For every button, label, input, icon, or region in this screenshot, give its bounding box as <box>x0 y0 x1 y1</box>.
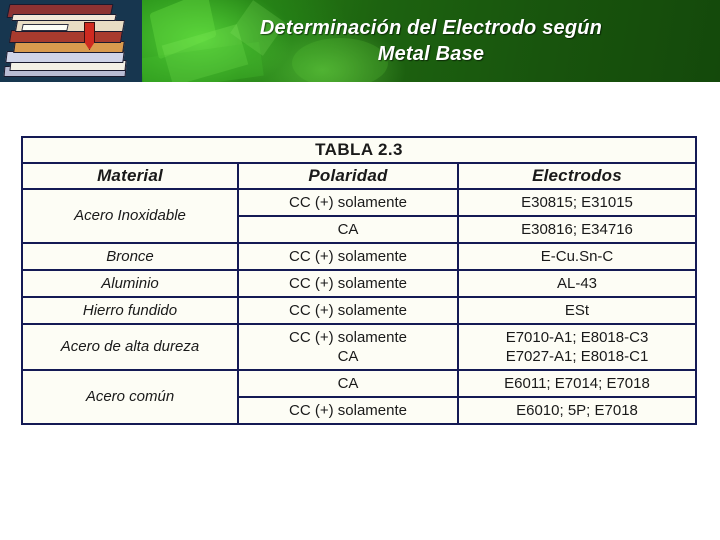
table-row: Acero común CA E6011; E7014; E7018 <box>21 369 697 425</box>
table-container: TABLA 2.3 Material Polaridad Electrodos … <box>21 136 697 425</box>
table-header-row: Material Polaridad Electrodos <box>21 162 697 190</box>
column-header-electrodos: Electrodos <box>457 162 697 190</box>
cell-electrodos: E-Cu.Sn-C <box>457 242 697 271</box>
cell-material: Hierro fundido <box>21 296 239 325</box>
slide-title-line-2: Metal Base <box>377 43 485 65</box>
cell-polaridad: CC (+) solamente <box>237 242 459 271</box>
cell-electrodos: E6010; 5P; E7018 <box>457 396 697 425</box>
cell-electrodos: ESt <box>457 296 697 325</box>
slide-title: Determinación del Electrodo según Metal … <box>142 0 720 82</box>
cell-material: Acero común <box>21 369 239 425</box>
cell-polaridad: CC (+) solamente <box>237 269 459 298</box>
cell-electrodos: E30815; E31015 <box>457 188 697 217</box>
slide-title-line-1: Determinación del Electrodo según <box>259 17 603 39</box>
table-title-row: TABLA 2.3 <box>21 136 697 164</box>
cell-material: Aluminio <box>21 269 239 298</box>
cell-polaridad: CA <box>237 369 459 398</box>
cell-electrodos: E7010-A1; E8018-C3 E7027-A1; E8018-C1 <box>457 323 697 371</box>
book-pages-shape <box>11 14 117 21</box>
cell-polaridad: CC (+) solamente <box>237 396 459 425</box>
table-row: Hierro fundido CC (+) solamente ESt <box>21 296 697 325</box>
electrode-selection-table: TABLA 2.3 Material Polaridad Electrodos … <box>21 136 697 425</box>
table-row: Acero de alta dureza CC (+) solamente CA… <box>21 323 697 371</box>
table-row: Aluminio CC (+) solamente AL-43 <box>21 269 697 298</box>
book-pages-shape <box>21 24 69 31</box>
cell-polaridad: CC (+) solamente CA <box>237 323 459 371</box>
cell-electrodos: E6011; E7014; E7018 <box>457 369 697 398</box>
column-header-material: Material <box>21 162 239 190</box>
books-clipart-image <box>0 0 142 82</box>
table-title: TABLA 2.3 <box>21 136 697 164</box>
table-row: Acero Inoxidable CC (+) solamente E30815… <box>21 188 697 244</box>
cell-material: Acero Inoxidable <box>21 188 239 244</box>
slide-canvas: Determinación del Electrodo según Metal … <box>0 0 720 540</box>
cell-electrodos: AL-43 <box>457 269 697 298</box>
cell-material: Acero de alta dureza <box>21 323 239 371</box>
cell-polaridad: CC (+) solamente <box>237 188 459 217</box>
cell-polaridad: CA <box>237 215 459 244</box>
cell-polaridad: CC (+) solamente <box>237 296 459 325</box>
table-row: Bronce CC (+) solamente E-Cu.Sn-C <box>21 242 697 271</box>
cell-electrodos: E30816; E34716 <box>457 215 697 244</box>
column-header-polaridad: Polaridad <box>237 162 459 190</box>
slide-banner: Determinación del Electrodo según Metal … <box>0 0 720 82</box>
cell-material: Bronce <box>21 242 239 271</box>
